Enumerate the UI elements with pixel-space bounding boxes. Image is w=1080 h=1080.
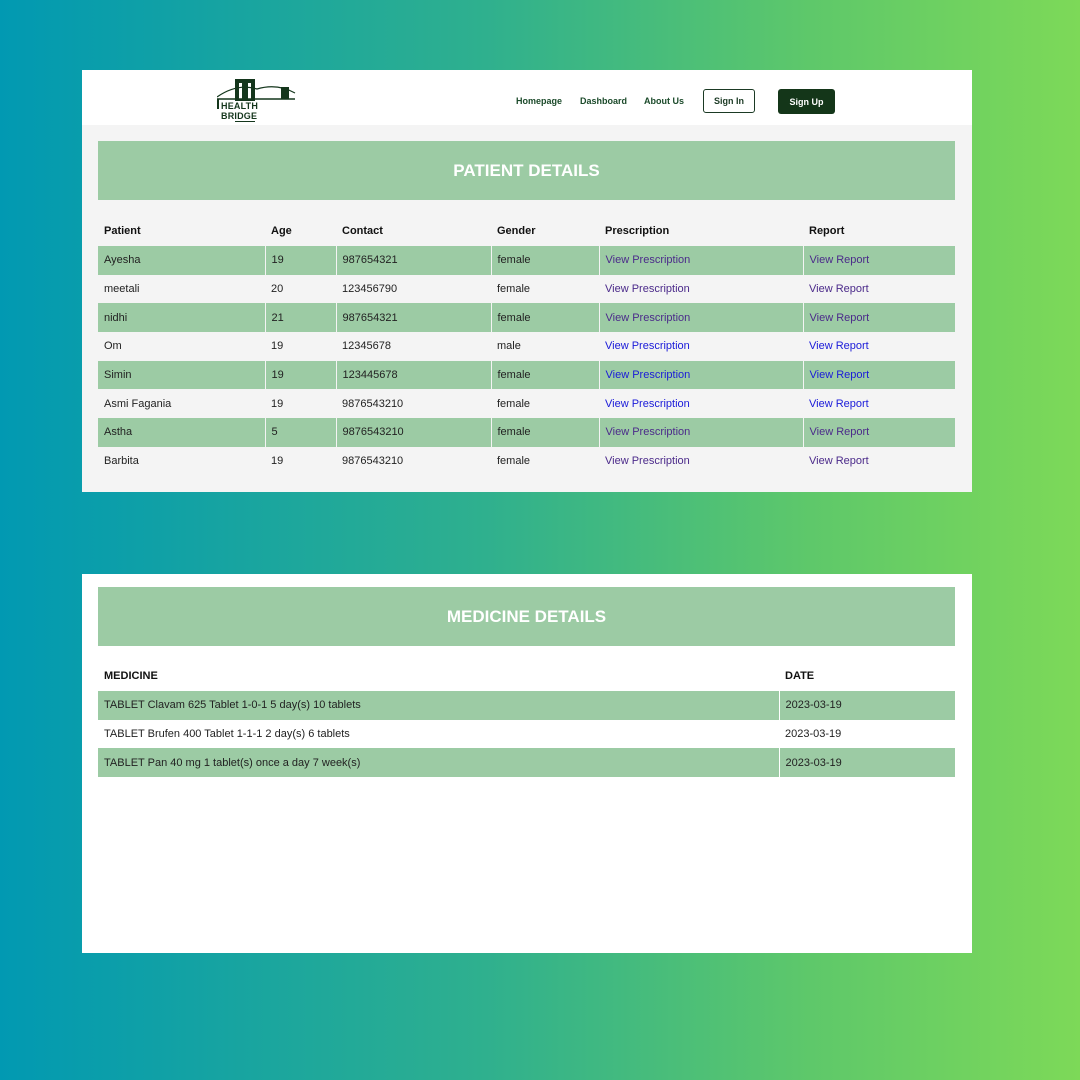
view-prescription-link[interactable]: View Prescription: [606, 369, 691, 381]
patient-gender: female: [490, 303, 599, 333]
patient-age: 19: [271, 455, 284, 468]
patient-panel: HEALTH BRIDGE Homepage Dashboard About U…: [82, 70, 972, 492]
sign-in-button[interactable]: Sign In: [703, 89, 755, 113]
medicine-table-header: MEDICINE DATE: [98, 661, 955, 691]
nav-link-about-us[interactable]: About Us: [644, 96, 684, 106]
patient-age: 19: [271, 397, 284, 410]
patient-name: nidhi: [98, 303, 265, 333]
patient-table-header: Patient Age Contact Gender Prescription …: [98, 216, 955, 246]
col-header-date: DATE: [785, 670, 815, 682]
view-prescription-link[interactable]: View Prescription: [606, 426, 691, 438]
table-row: Simin 19 123445678 female View Prescript…: [98, 360, 955, 390]
col-header-gender: Gender: [497, 225, 536, 237]
patient-contact: 9876543210: [342, 397, 404, 410]
patient-age: 19: [271, 340, 284, 353]
medicine-date: 2023-03-19: [778, 691, 955, 720]
col-header-age: Age: [271, 225, 292, 237]
table-row: TABLET Pan 40 mg 1 tablet(s) once a day …: [98, 748, 955, 778]
view-report-link[interactable]: View Report: [809, 340, 869, 352]
patient-age: 5: [264, 418, 336, 447]
view-report-link[interactable]: View Report: [810, 426, 870, 438]
patient-age: 19: [264, 360, 336, 390]
patient-details-heading: PATIENT DETAILS: [98, 141, 955, 200]
patient-name: Ayesha: [98, 246, 265, 275]
patient-gender: female: [490, 418, 599, 447]
table-row: TABLET Brufen 400 Tablet 1-1-1 2 day(s) …: [98, 720, 955, 749]
medicine-panel: MEDICINE DETAILS MEDICINE DATE TABLET Cl…: [82, 574, 972, 953]
view-report-link[interactable]: View Report: [810, 312, 870, 324]
table-row: meetali 20 123456790 female View Prescri…: [98, 275, 955, 304]
patient-gender: female: [490, 246, 599, 275]
table-row: Astha 5 9876543210 female View Prescript…: [98, 418, 955, 447]
nav-link-dashboard[interactable]: Dashboard: [580, 96, 627, 106]
table-row: Om 19 12345678 male View Prescription Vi…: [98, 332, 955, 361]
patient-name: Asmi Fagania: [104, 397, 172, 410]
view-prescription-link[interactable]: View Prescription: [605, 398, 690, 410]
sign-up-button[interactable]: Sign Up: [778, 89, 835, 114]
view-report-link[interactable]: View Report: [809, 283, 869, 295]
view-report-link[interactable]: View Report: [810, 254, 870, 266]
col-header-patient: Patient: [104, 225, 141, 237]
medicine-date: 2023-03-19: [778, 748, 955, 778]
patient-name: Barbita: [104, 455, 139, 468]
medicine-date: 2023-03-19: [785, 728, 842, 741]
patient-contact: 123456790: [342, 283, 398, 296]
medicine-table: MEDICINE DATE TABLET Clavam 625 Tablet 1…: [98, 661, 955, 778]
medicine-details-heading: MEDICINE DETAILS: [98, 587, 955, 646]
patient-name: Simin: [98, 360, 265, 390]
table-row: TABLET Clavam 625 Tablet 1-0-1 5 day(s) …: [98, 691, 955, 720]
patient-gender: male: [497, 340, 521, 353]
table-row: Ayesha 19 987654321 female View Prescrip…: [98, 246, 955, 275]
patient-name: meetali: [104, 283, 140, 296]
view-prescription-link[interactable]: View Prescription: [605, 283, 690, 295]
patient-contact: 12345678: [342, 340, 391, 353]
col-header-report: Report: [809, 225, 845, 237]
patient-age: 21: [264, 303, 336, 333]
patient-gender: female: [497, 283, 531, 296]
navbar: HEALTH BRIDGE Homepage Dashboard About U…: [82, 70, 972, 125]
col-header-medicine: MEDICINE: [104, 670, 158, 682]
patient-contact: 123445678: [335, 360, 491, 390]
medicine-entry: TABLET Pan 40 mg 1 tablet(s) once a day …: [98, 748, 779, 778]
patient-contact: 987654321: [335, 303, 491, 333]
patient-table: Patient Age Contact Gender Prescription …: [98, 216, 955, 476]
view-prescription-link[interactable]: View Prescription: [606, 312, 691, 324]
nav-link-homepage[interactable]: Homepage: [516, 96, 562, 106]
table-row: nidhi 21 987654321 female View Prescript…: [98, 303, 955, 333]
patient-contact: 9876543210: [342, 455, 404, 468]
patient-name: Om: [104, 340, 122, 353]
view-prescription-link[interactable]: View Prescription: [605, 340, 690, 352]
patient-gender: female: [490, 360, 599, 390]
col-header-contact: Contact: [342, 225, 383, 237]
view-report-link[interactable]: View Report: [809, 398, 869, 410]
logo-text: HEALTH BRIDGE: [220, 101, 297, 121]
health-bridge-logo[interactable]: HEALTH BRIDGE: [216, 79, 297, 122]
patient-gender: female: [497, 397, 531, 410]
patient-name: Astha: [98, 418, 265, 447]
view-report-link[interactable]: View Report: [810, 369, 870, 381]
medicine-entry: TABLET Clavam 625 Tablet 1-0-1 5 day(s) …: [98, 691, 779, 720]
table-row: Asmi Fagania 19 9876543210 female View P…: [98, 389, 955, 418]
patient-contact: 9876543210: [335, 418, 491, 447]
medicine-entry: TABLET Brufen 400 Tablet 1-1-1 2 day(s) …: [104, 728, 350, 741]
view-prescription-link[interactable]: View Prescription: [605, 455, 690, 467]
patient-age: 20: [271, 283, 284, 296]
patient-contact: 987654321: [335, 246, 491, 275]
view-report-link[interactable]: View Report: [809, 455, 869, 467]
patient-age: 19: [264, 246, 336, 275]
table-row: Barbita 19 9876543210 female View Prescr…: [98, 447, 955, 476]
col-header-prescription: Prescription: [605, 225, 670, 237]
view-prescription-link[interactable]: View Prescription: [606, 254, 691, 266]
patient-gender: female: [497, 455, 531, 468]
